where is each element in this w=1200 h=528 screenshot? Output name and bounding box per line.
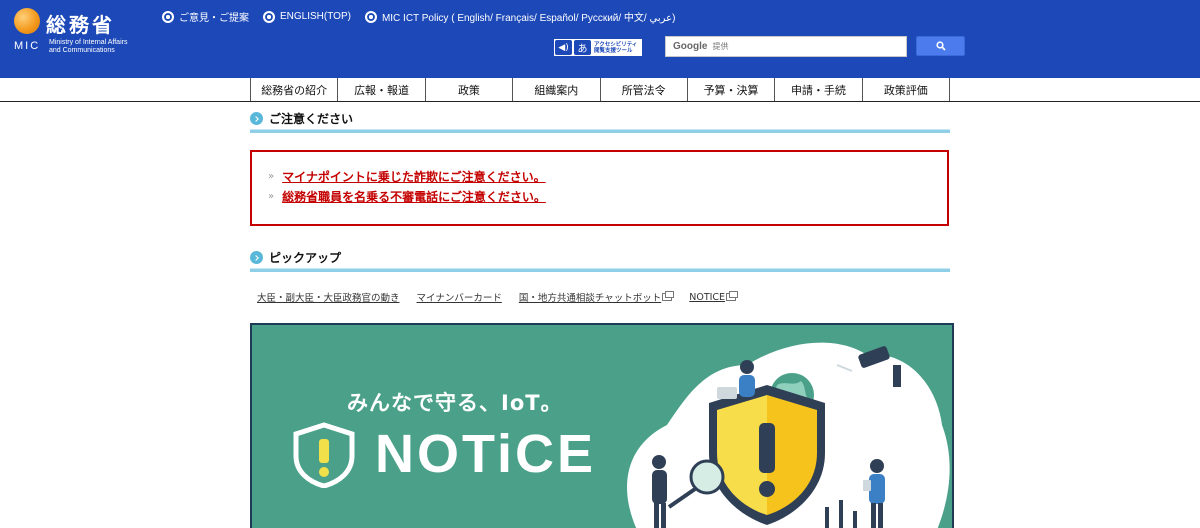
double-chevron-icon: » [268,170,275,182]
logo-subtitle: Ministry of Internal Affairs and Communi… [49,39,127,55]
pickup-link-label: マイナンバーカード [416,293,502,304]
notice-banner[interactable]: みんなで守る、IoT。 NOTiCE [250,323,954,528]
nav-item-laws[interactable]: 所管法令 [601,78,688,101]
pickup-link-label: NOTICE [689,291,726,303]
pickup-link-chatbot[interactable]: 国・地方共通相談チャットボット [518,290,675,304]
double-chevron-icon: » [268,190,275,202]
heading-underline [250,129,950,133]
logo-title: 総務省 [46,13,115,37]
logo-abbreviation: MIC [14,40,41,52]
caution-heading: ご注意ください [250,110,950,133]
banner-tagline: みんなで守る、IoT。 [347,391,563,415]
english-top-link-label: ENGLISH(TOP) [280,11,351,22]
feedback-link-label: ご意見・ご提案 [179,13,249,24]
header-top-links: ご意見・ご提案 ENGLISH(TOP) MIC ICT Policy ( En… [162,9,675,24]
site-header: 総務省 MIC Ministry of Internal Affairs and… [0,0,1200,78]
new-window-icon [662,291,675,301]
feedback-link[interactable]: ご意見・ご提案 [162,9,249,24]
search-box: Google [665,36,907,57]
pickup-link-mynumber-card[interactable]: マイナンバーカード [417,290,502,304]
nav-item-press[interactable]: 広報・報道 [338,78,426,101]
logo-subtitle-line2: and Communications [49,47,115,54]
list-item: » マイナポイントに乗じた詐欺にご注意ください。 [268,166,947,186]
circle-bullet-icon [162,10,174,23]
global-nav-list: 総務省の紹介 広報・報道 政策 組織案内 所管法令 予算・決算 申請・手続 政策… [250,78,950,101]
iot-security-illustration [627,342,950,528]
caution-link-phone-scam[interactable]: 総務省職員を名乗る不審電話にご注意ください。 [282,188,546,205]
pickup-link-label: 大臣・副大臣・大臣政務官の動き [257,293,400,304]
shield-exclamation-icon [293,422,355,488]
search-input[interactable] [712,42,883,51]
pickup-link-ministers[interactable]: 大臣・副大臣・大臣政務官の動き [257,290,400,304]
heading-underline [250,268,950,272]
caution-heading-title: ご注意ください [269,112,354,126]
ict-policy-link-label: MIC ICT Policy ( English/ Français/ Espa… [381,13,676,24]
google-label: Google [673,41,708,52]
global-nav: 総務省の紹介 広報・報道 政策 組織案内 所管法令 予算・決算 申請・手続 政策… [0,78,1200,102]
nav-item-applications[interactable]: 申請・手続 [775,78,863,101]
caution-link-mynapoint[interactable]: マイナポイントに乗じた詐欺にご注意ください。 [282,168,546,185]
logo-subtitle-line1: Ministry of Internal Affairs [49,39,128,46]
pickup-heading: ピックアップ [250,249,950,272]
ict-policy-link[interactable]: MIC ICT Policy ( English/ Français/ Espa… [364,9,676,24]
pickup-link-label: 国・地方共通相談チャットボット [518,293,662,304]
caution-box: » マイナポイントに乗じた詐欺にご注意ください。 » 総務省職員を名乗る不審電話… [250,150,949,226]
accessibility-tool-label-line2: 閲覧支援ツール [594,47,633,54]
nav-item-evaluation[interactable]: 政策評価 [863,78,950,101]
search-button[interactable] [916,36,965,56]
new-window-icon [726,291,739,301]
circle-bullet-icon [263,10,275,23]
mic-logo[interactable]: 総務省 MIC Ministry of Internal Affairs and… [14,8,154,58]
logo-sun-icon [14,8,40,34]
nav-item-organization[interactable]: 組織案内 [513,78,601,101]
pickup-links: 大臣・副大臣・大臣政務官の動き マイナンバーカード 国・地方共通相談チャットボッ… [257,290,739,304]
banner-title: NOTiCE [375,424,597,484]
pickup-heading-title: ピックアップ [269,251,342,265]
nav-item-policy[interactable]: 政策 [426,78,514,101]
nav-item-about[interactable]: 総務省の紹介 [251,78,339,101]
accessibility-tool-button[interactable]: ◀) あ アクセシビリティ 閲覧支援ツール [553,38,643,57]
nav-item-budget[interactable]: 予算・決算 [688,78,776,101]
english-top-link[interactable]: ENGLISH(TOP) [263,9,351,24]
accessibility-tool-label: アクセシビリティ 閲覧支援ツール [594,42,637,54]
chevron-right-icon [250,251,263,264]
speaker-icon: ◀) [555,40,572,55]
hiragana-a-icon: あ [574,40,591,55]
list-item: » 総務省職員を名乗る不審電話にご注意ください。 [268,186,947,206]
chevron-right-icon [250,112,263,125]
circle-bullet-icon [364,10,377,23]
magnifier-icon [935,41,946,51]
pickup-link-notice[interactable]: NOTICE [689,290,739,304]
